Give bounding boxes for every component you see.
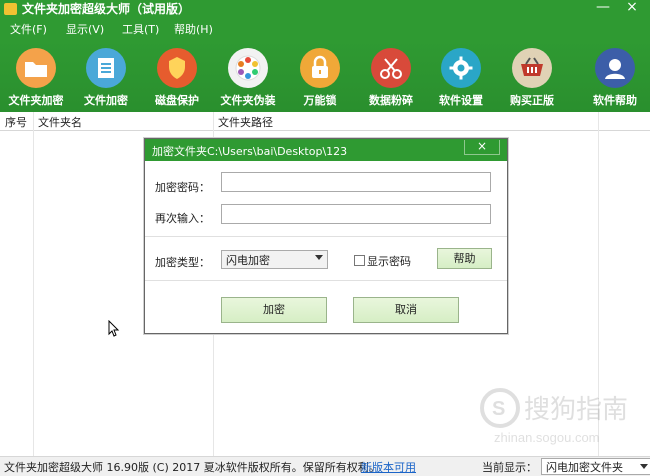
tool-label: 数据粉碎 [369, 94, 413, 107]
cancel-button[interactable]: 取消 [353, 297, 459, 323]
encrypt-type-select[interactable]: 闪电加密 [221, 250, 328, 269]
padlock-icon [300, 48, 340, 88]
encrypt-type-value: 闪电加密 [226, 254, 270, 267]
tool-data-shred[interactable]: 数据粉碎 [355, 42, 427, 110]
tool-universal-lock[interactable]: 万能锁 [284, 42, 356, 110]
mouse-cursor-icon [108, 320, 120, 337]
svg-text:S: S [492, 398, 505, 420]
tool-settings[interactable]: 软件设置 [425, 42, 497, 110]
dialog-title-bar: 加密文件夹C:\Users\bai\Desktop\123 × [145, 139, 507, 161]
title-bar: 文件夹加密超级大师（试用版） — × [0, 0, 650, 18]
encrypt-button[interactable]: 加密 [221, 297, 327, 323]
encrypt-dialog: 加密文件夹C:\Users\bai\Desktop\123 × 加密密码： 再次… [144, 138, 508, 334]
menu-file[interactable]: 文件(F) [10, 21, 47, 37]
dialog-divider [145, 236, 507, 237]
column-divider [33, 112, 34, 456]
palette-icon [228, 48, 268, 88]
dialog-divider [145, 280, 507, 281]
dialog-close-button[interactable]: × [464, 140, 500, 155]
encrypt-type-label: 加密类型： [155, 256, 210, 269]
menu-help[interactable]: 帮助(H) [174, 21, 213, 37]
dialog-title: 加密文件夹C:\Users\bai\Desktop\123 [152, 145, 348, 158]
tool-file-encrypt[interactable]: 文件加密 [70, 42, 142, 110]
status-bar: 文件夹加密超级大师 16.90版 (C) 2017 夏冰软件版权所有。保留所有权… [0, 456, 650, 476]
minimize-button[interactable]: — [592, 0, 614, 16]
gear-icon [441, 48, 481, 88]
password-input[interactable] [221, 172, 491, 192]
tool-label: 万能锁 [303, 94, 337, 107]
tool-label: 软件帮助 [593, 94, 637, 107]
column-header-index[interactable]: 序号 [5, 114, 27, 130]
menu-tools[interactable]: 工具(T) [122, 21, 159, 37]
table-header: 序号 文件夹名 文件夹路径 [0, 112, 650, 131]
app-icon [4, 3, 17, 15]
tool-label: 文件夹加密 [8, 94, 64, 107]
user-help-icon [595, 48, 635, 88]
toolbar: 文件夹加密 文件加密 磁盘保护 文件夹伪装 万能锁 数据粉碎 软件设置 购买正版… [0, 40, 650, 112]
column-header-name[interactable]: 文件夹名 [38, 114, 82, 130]
show-password-checkbox[interactable] [354, 255, 365, 266]
tool-buy[interactable]: 购买正版 [496, 42, 568, 110]
new-version-link[interactable]: 新版本可用 [361, 459, 416, 475]
chevron-down-icon [315, 255, 323, 260]
menu-view[interactable]: 显示(V) [66, 21, 104, 37]
current-display-select[interactable]: 闪电加密文件夹 [541, 458, 650, 475]
scissors-icon [371, 48, 411, 88]
watermark: S 搜狗指南 zhinan.sogou.com [474, 386, 650, 446]
watermark-url: zhinan.sogou.com [494, 430, 600, 445]
confirm-password-input[interactable] [221, 204, 491, 224]
chevron-down-icon [640, 464, 648, 469]
tool-label: 文件夹伪装 [220, 94, 276, 107]
copyright-text: 文件夹加密超级大师 16.90版 (C) 2017 夏冰软件版权所有。保留所有权… [4, 461, 380, 474]
close-window-button[interactable]: × [621, 0, 643, 16]
current-display-value: 闪电加密文件夹 [546, 461, 623, 474]
help-button[interactable]: 帮助 [437, 248, 492, 269]
password-label: 加密密码： [155, 181, 210, 194]
shield-icon [157, 48, 197, 88]
document-icon [86, 48, 126, 88]
cart-icon [512, 48, 552, 88]
current-display-label: 当前显示： [482, 461, 537, 474]
show-password-label[interactable]: 显示密码 [367, 253, 411, 269]
tool-label: 购买正版 [510, 94, 554, 107]
menu-bar: 文件(F) 显示(V) 工具(T) 帮助(H) [0, 18, 650, 40]
tool-label: 磁盘保护 [155, 94, 199, 107]
tool-disk-protect[interactable]: 磁盘保护 [141, 42, 213, 110]
window-title: 文件夹加密超级大师（试用版） [22, 2, 191, 16]
folder-icon [16, 48, 56, 88]
confirm-password-label: 再次输入： [155, 212, 210, 225]
tool-folder-disguise[interactable]: 文件夹伪装 [212, 42, 284, 110]
watermark-title: 搜狗指南 [524, 395, 628, 425]
tool-help[interactable]: 软件帮助 [579, 42, 650, 110]
column-header-path[interactable]: 文件夹路径 [218, 114, 273, 130]
tool-label: 文件加密 [84, 94, 128, 107]
tool-folder-encrypt[interactable]: 文件夹加密 [0, 42, 72, 110]
tool-label: 软件设置 [439, 94, 483, 107]
